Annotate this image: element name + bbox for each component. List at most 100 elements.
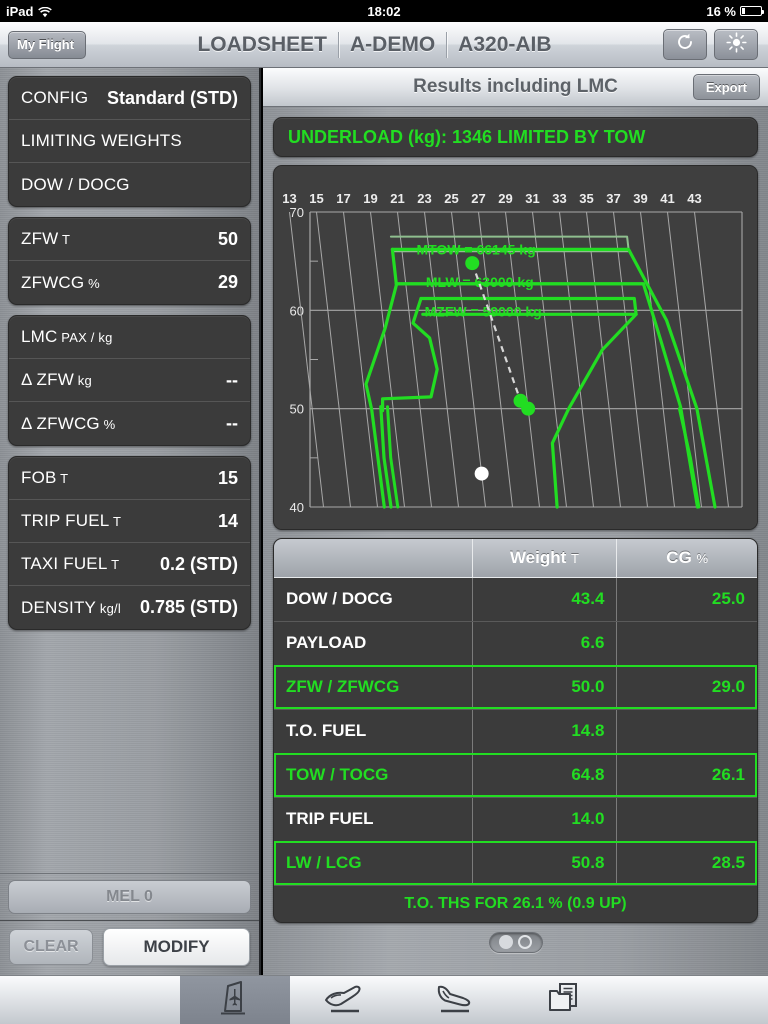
page-indicator-pill[interactable] <box>488 931 543 953</box>
tab-documents[interactable] <box>510 976 620 1024</box>
chart-annotation: MZFW = 59000 kg <box>425 303 542 319</box>
sidebar-row-label: CONFIG <box>21 88 89 107</box>
sidebar-row[interactable]: ZFWCG % 29 <box>9 261 250 304</box>
sidebar-actions: CLEAR MODIFY <box>0 921 259 975</box>
battery-percent-label: 16 % <box>706 3 736 19</box>
sidebar-group: CONFIG Standard (STD) LIMITING WEIGHTS DOW … <box>8 76 251 207</box>
back-button-my-flight[interactable]: My Flight <box>8 30 87 59</box>
sidebar-row-label: TRIP FUEL T <box>21 511 122 530</box>
status-bar-clock: 18:02 <box>367 3 401 19</box>
sidebar-row-unit: T <box>58 232 71 247</box>
sidebar-row-unit: % <box>84 275 100 291</box>
sidebar-row[interactable]: DENSITY kg/l 0.785 (STD) <box>9 586 250 629</box>
sidebar-row[interactable]: TAXI FUEL T 0.2 (STD) <box>9 543 250 586</box>
device-name: iPad <box>6 3 34 19</box>
tab-aircraft[interactable] <box>180 976 290 1024</box>
sidebar-row-unit: kg/l <box>96 600 121 616</box>
aircraft-tail-icon <box>215 979 255 1022</box>
x-tick-label: 33 <box>552 191 566 206</box>
brightness-button[interactable] <box>714 29 758 60</box>
tab-landing[interactable] <box>400 976 510 1024</box>
x-tick-label: 35 <box>579 191 593 206</box>
table-row[interactable]: LW / LCG 50.8 28.5 <box>274 841 757 886</box>
clear-button[interactable]: CLEAR <box>9 929 93 965</box>
results-table: Weight T CG % DOW / DOCG 43.4 25.0 PAYLOAD 6… <box>274 539 757 886</box>
sidebar-row[interactable]: LMC PAX / kg <box>9 316 250 359</box>
table-row[interactable]: PAYLOAD 6.6 <box>274 621 757 666</box>
sidebar-row[interactable]: FOB T 15 <box>9 457 250 500</box>
page-dot-empty[interactable] <box>518 935 532 949</box>
sidebar-row[interactable]: CONFIG Standard (STD) <box>9 77 250 120</box>
sidebar-row[interactable]: Δ ZFWCG % -- <box>9 402 250 445</box>
navigation-bar: My Flight LOADSHEET A-DEMO A320-AIB <box>0 22 768 68</box>
column-header-cg: CG % <box>616 539 757 578</box>
takeoff-icon <box>322 981 368 1020</box>
ths-row: T.O. THS FOR 26.1 % (0.9 UP) <box>274 885 757 922</box>
sidebar-row[interactable]: LIMITING WEIGHTS <box>9 120 250 163</box>
chart-annotation: MTOW = 66145 kg <box>416 241 535 257</box>
tab-takeoff[interactable] <box>290 976 400 1024</box>
sidebar-row[interactable]: DOW / DOCG <box>9 163 250 206</box>
sidebar-group: LMC PAX / kg Δ ZFW kg -- Δ ZFWCG % -- <box>8 315 251 446</box>
results-table-container: Weight T CG % DOW / DOCG 43.4 25.0 PAYLOAD 6… <box>273 538 758 923</box>
page-dot-filled[interactable] <box>499 935 513 949</box>
row-cg <box>616 797 757 842</box>
sidebar-group-list: CONFIG Standard (STD) LIMITING WEIGHTS DOW … <box>8 76 251 630</box>
underload-banner: UNDERLOAD (kg): 1346 LIMITED BY TOW <box>273 117 758 157</box>
table-header-row: Weight T CG % <box>274 539 757 578</box>
refresh-button[interactable] <box>663 29 707 60</box>
refresh-icon <box>675 32 695 57</box>
cg-envelope-svg: 4050607013 15 17 19 21 23 25 27 29 31 33 35 37 39 41 43… <box>274 166 757 529</box>
results-panel: Results including LMC Export UNDERLOAD (… <box>263 68 768 975</box>
x-tick-label: 37 <box>606 191 620 206</box>
sidebar-row[interactable]: ZFW T 50 <box>9 218 250 261</box>
x-tick-label: 15 <box>309 191 323 206</box>
sidebar-row-value: 0.2 (STD) <box>159 553 238 574</box>
x-tick-label: 17 <box>336 191 350 206</box>
table-row[interactable]: DOW / DOCG 43.4 25.0 <box>274 577 757 622</box>
sidebar-row-label: Δ ZFW kg <box>21 370 92 389</box>
sidebar-row[interactable]: TRIP FUEL T 14 <box>9 500 250 543</box>
row-cg <box>616 709 757 754</box>
y-tick-label: 40 <box>290 500 304 515</box>
column-header-weight: Weight T <box>472 539 618 578</box>
chart-point-dow <box>474 466 489 481</box>
title-segment-aircraft: A320-AIB <box>458 32 552 56</box>
landing-icon <box>432 981 478 1020</box>
status-bar-right: 16 % <box>568 4 768 19</box>
sidebar: CONFIG Standard (STD) LIMITING WEIGHTS DOW … <box>0 68 261 975</box>
modify-label: MODIFY <box>143 937 210 956</box>
x-tick-label: 13 <box>282 191 296 206</box>
sidebar-group: FOB T 15 TRIP FUEL T 14 TAXI FUEL T 0.2 (STD)… <box>8 456 251 630</box>
sidebar-row-unit: % <box>99 416 116 432</box>
modify-button[interactable]: MODIFY <box>103 928 250 966</box>
mel-label: MEL 0 <box>106 888 153 905</box>
sidebar-row-value: -- <box>226 413 238 433</box>
table-row[interactable]: TOW / TOCG 64.8 26.1 <box>274 753 757 798</box>
x-tick-label: 23 <box>417 191 431 206</box>
table-row[interactable]: TRIP FUEL 14.0 <box>274 797 757 842</box>
title-segment-flight: A-DEMO <box>350 32 436 56</box>
tab-bar-spacer <box>0 976 180 1024</box>
sidebar-row[interactable]: Δ ZFW kg -- <box>9 359 250 402</box>
mel-button[interactable]: MEL 0 <box>8 880 251 914</box>
ths-text: T.O. THS FOR 26.1 % (0.9 UP) <box>404 894 627 912</box>
x-tick-label: 29 <box>498 191 512 206</box>
row-label: TOW / TOCG <box>274 753 473 798</box>
sidebar-row-label: DENSITY kg/l <box>21 597 121 617</box>
battery-icon <box>740 6 764 16</box>
x-tick-label: 21 <box>390 191 404 206</box>
row-label: T.O. FUEL <box>274 709 473 754</box>
page-indicator[interactable] <box>263 931 768 953</box>
export-button[interactable]: Export <box>692 74 760 100</box>
row-weight: 6.6 <box>472 621 618 666</box>
page-title: LOADSHEET A-DEMO A320-AIB <box>86 31 663 58</box>
x-tick-label: 25 <box>444 191 458 206</box>
cg-envelope-chart[interactable]: 40 50 60 70 13 15 17 19 21 23 25 27 29 31 33 35 37 39 41 43… <box>273 165 758 530</box>
sidebar-row-unit: kg <box>73 373 92 388</box>
results-title: Results including LMC <box>413 76 618 97</box>
table-row[interactable]: T.O. FUEL 14.8 <box>274 709 757 754</box>
sidebar-row-label: LMC PAX / kg <box>21 327 113 346</box>
table-row[interactable]: ZFW / ZFWCG 50.0 29.0 <box>274 665 757 710</box>
x-tick-label: 43 <box>687 191 701 206</box>
